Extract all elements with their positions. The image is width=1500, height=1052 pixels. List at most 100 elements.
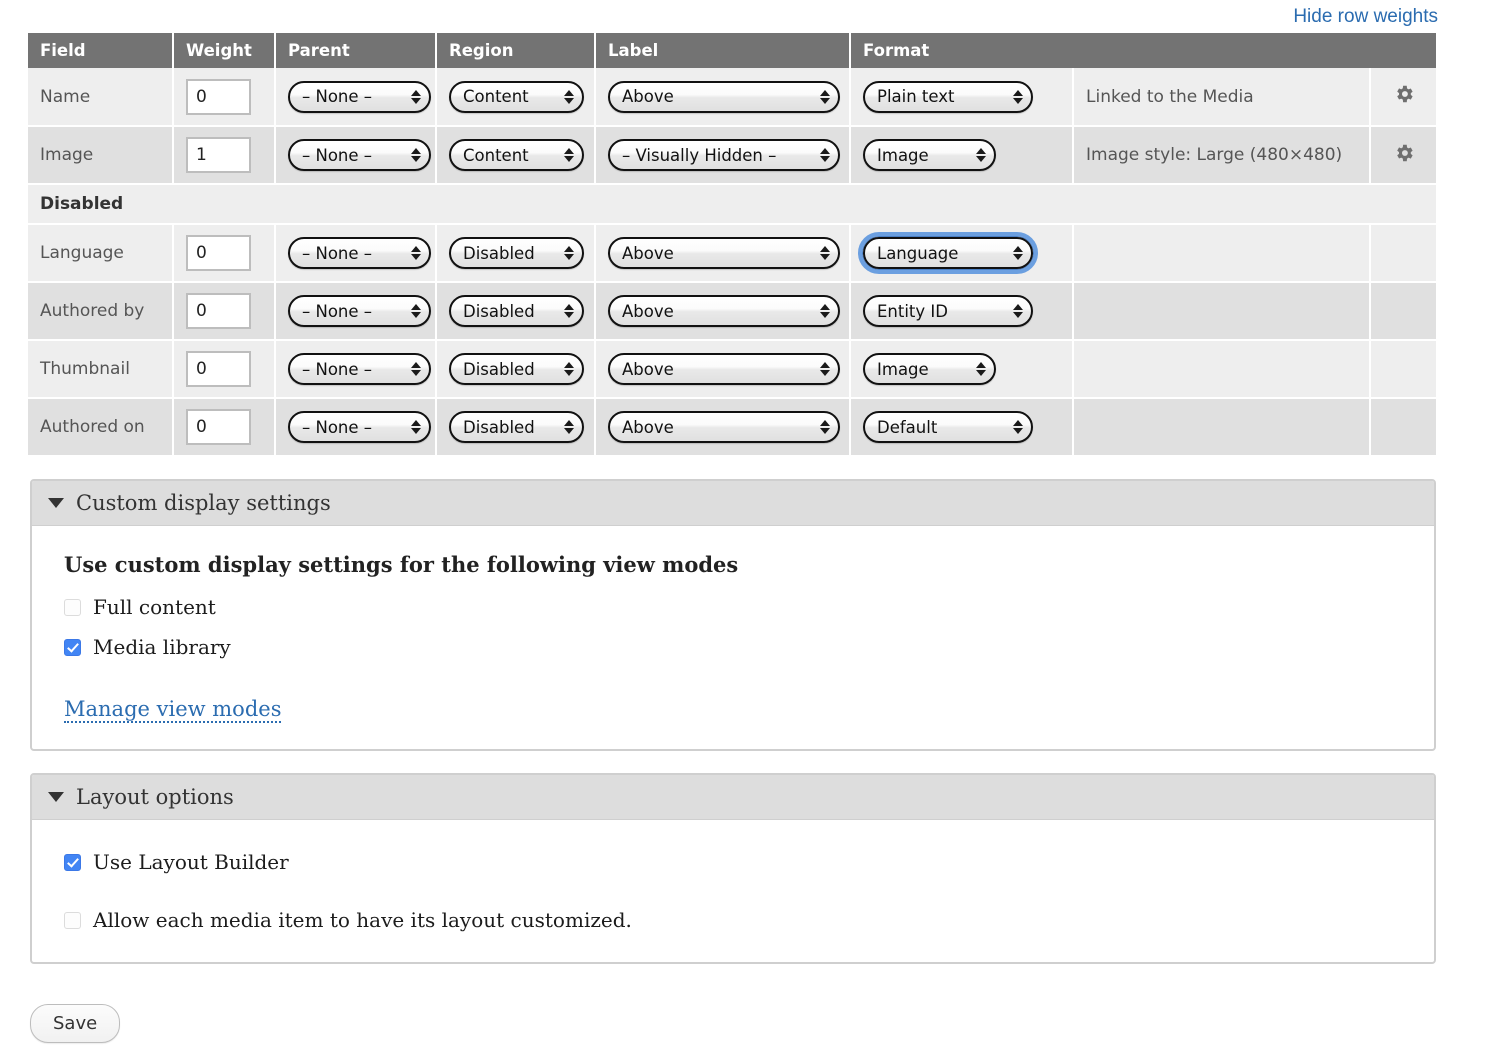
custom-display-settings-summary[interactable]: Custom display settings xyxy=(32,481,1434,526)
stepper-arrows-icon xyxy=(819,359,830,379)
region-select-thumbnail[interactable]: Disabled xyxy=(449,353,584,385)
table-row: Image – None – Content – Visually Hidden – I… xyxy=(28,126,1437,185)
label-select-name[interactable]: Above xyxy=(608,80,840,113)
stepper-arrows-icon xyxy=(563,359,574,379)
table-body: Name – None – Content Above Plain text Linked… xyxy=(28,68,1437,457)
parent-select-name[interactable]: – None – xyxy=(288,80,431,113)
label-select-language[interactable]: Above xyxy=(608,237,840,269)
weight-input-language[interactable] xyxy=(186,235,251,271)
parent-cell-authored-by: – None – xyxy=(275,282,437,341)
full-content-label[interactable]: Full content xyxy=(93,595,216,619)
format-select-image[interactable]: Image xyxy=(863,139,996,171)
weight-cell-image xyxy=(173,126,276,185)
format-select-authored-by[interactable]: Entity ID xyxy=(863,295,1033,327)
column-header-region: Region xyxy=(436,33,596,68)
settings-cell-image xyxy=(1370,126,1437,185)
region-cell-name: Content xyxy=(436,68,596,127)
weight-input-image[interactable] xyxy=(186,137,251,173)
use-layout-builder-checkbox[interactable] xyxy=(64,853,81,871)
hide-row-weights-link[interactable]: Hide row weights xyxy=(1293,6,1438,28)
allow-custom-layout-checkbox[interactable] xyxy=(64,911,81,929)
allow-custom-layout-label[interactable]: Allow each media item to have its layout… xyxy=(93,908,632,932)
region-select-name-value: Content xyxy=(463,87,529,106)
gear-icon[interactable] xyxy=(1393,142,1415,164)
stepper-arrows-icon xyxy=(563,417,574,437)
format-select-name[interactable]: Plain text xyxy=(863,80,1033,113)
field-display-table-wrapper: Field Weight Parent Region Label Format … xyxy=(0,33,1500,457)
format-cell-authored-on: Default xyxy=(850,398,1074,457)
format-select-language[interactable]: Language xyxy=(858,232,1038,274)
column-header-field: Field xyxy=(28,33,174,68)
parent-select-thumbnail[interactable]: – None – xyxy=(288,353,431,385)
gear-icon[interactable] xyxy=(1393,83,1415,105)
region-select-language[interactable]: Disabled xyxy=(449,237,584,269)
region-select-authored-by[interactable]: Disabled xyxy=(449,295,584,327)
stepper-arrows-icon xyxy=(819,243,830,263)
checkbox-row-allow-custom-layout[interactable]: Allow each media item to have its layout… xyxy=(64,908,1402,932)
label-cell-authored-by: Above xyxy=(595,282,851,341)
field-label-image: Image xyxy=(28,126,174,185)
format-cell-name: Plain text xyxy=(850,68,1074,127)
label-select-thumbnail[interactable]: Above xyxy=(608,353,840,385)
weight-cell-name xyxy=(173,68,276,127)
region-select-name[interactable]: Content xyxy=(449,80,584,113)
parent-select-language[interactable]: – None – xyxy=(288,237,431,269)
region-select-thumbnail-value: Disabled xyxy=(463,359,535,379)
weight-input-thumbnail[interactable] xyxy=(186,351,251,387)
parent-cell-image: – None – xyxy=(275,126,437,185)
settings-cell-thumbnail xyxy=(1370,340,1437,399)
weight-input-authored-on[interactable] xyxy=(186,409,251,445)
label-select-authored-on[interactable]: Above xyxy=(608,411,840,443)
parent-select-language-value: – None – xyxy=(302,243,373,263)
region-cell-authored-on: Disabled xyxy=(436,398,596,457)
checkbox-row-full-content[interactable]: Full content xyxy=(64,595,1402,619)
layout-options-summary[interactable]: Layout options xyxy=(32,775,1434,820)
manage-view-modes-link[interactable]: Manage view modes xyxy=(64,697,282,723)
media-library-checkbox[interactable] xyxy=(64,638,81,656)
format-cell-language: Language xyxy=(850,224,1074,283)
label-cell-image: – Visually Hidden – xyxy=(595,126,851,185)
table-row: Name – None – Content Above Plain text Linked… xyxy=(28,68,1437,127)
stepper-arrows-icon xyxy=(410,359,421,379)
custom-display-settings-details: Custom display settings Use custom displ… xyxy=(30,479,1436,751)
format-select-thumbnail-value: Image xyxy=(877,359,929,379)
checkbox-row-media-library[interactable]: Media library xyxy=(64,635,1402,659)
top-bar: Hide row weights xyxy=(0,0,1500,33)
summary-cell-image: Image style: Large (480×480) xyxy=(1073,126,1371,185)
label-select-image[interactable]: – Visually Hidden – xyxy=(608,139,840,171)
region-select-authored-on[interactable]: Disabled xyxy=(449,411,584,443)
save-button[interactable]: Save xyxy=(30,1004,121,1043)
table-region-row: Disabled xyxy=(28,184,1437,225)
parent-select-name-value: – None – xyxy=(302,87,373,106)
column-header-label: Label xyxy=(595,33,851,68)
parent-select-authored-on-value: – None – xyxy=(302,417,373,437)
format-select-authored-by-value: Entity ID xyxy=(877,301,948,321)
use-layout-builder-label[interactable]: Use Layout Builder xyxy=(93,850,289,874)
summary-cell-authored-by xyxy=(1073,282,1371,341)
format-cell-image: Image xyxy=(850,126,1074,185)
format-select-thumbnail[interactable]: Image xyxy=(863,353,996,385)
parent-cell-name: – None – xyxy=(275,68,437,127)
label-select-authored-by[interactable]: Above xyxy=(608,295,840,327)
layout-options-summary-label: Layout options xyxy=(76,785,234,809)
stepper-arrows-icon xyxy=(410,417,421,437)
layout-options-body: Use Layout Builder Allow each media item… xyxy=(32,820,1434,962)
format-select-authored-on[interactable]: Default xyxy=(863,411,1033,443)
field-label-authored-by: Authored by xyxy=(28,282,174,341)
chevron-down-icon xyxy=(48,792,64,802)
weight-cell-authored-by xyxy=(173,282,276,341)
weight-input-authored-by[interactable] xyxy=(186,293,251,329)
checkbox-row-use-layout-builder[interactable]: Use Layout Builder xyxy=(64,850,1402,874)
weight-input-name[interactable] xyxy=(186,78,251,115)
stepper-arrows-icon xyxy=(819,145,830,165)
chevron-down-icon xyxy=(48,498,64,508)
media-library-label[interactable]: Media library xyxy=(93,635,231,659)
region-select-image[interactable]: Content xyxy=(449,139,584,171)
label-select-language-value: Above xyxy=(622,243,674,263)
full-content-checkbox[interactable] xyxy=(64,598,81,616)
parent-select-authored-by[interactable]: – None – xyxy=(288,295,431,327)
parent-select-image[interactable]: – None – xyxy=(288,139,431,171)
stepper-arrows-icon xyxy=(410,87,421,107)
parent-select-authored-on[interactable]: – None – xyxy=(288,411,431,443)
field-label-language: Language xyxy=(28,224,174,283)
